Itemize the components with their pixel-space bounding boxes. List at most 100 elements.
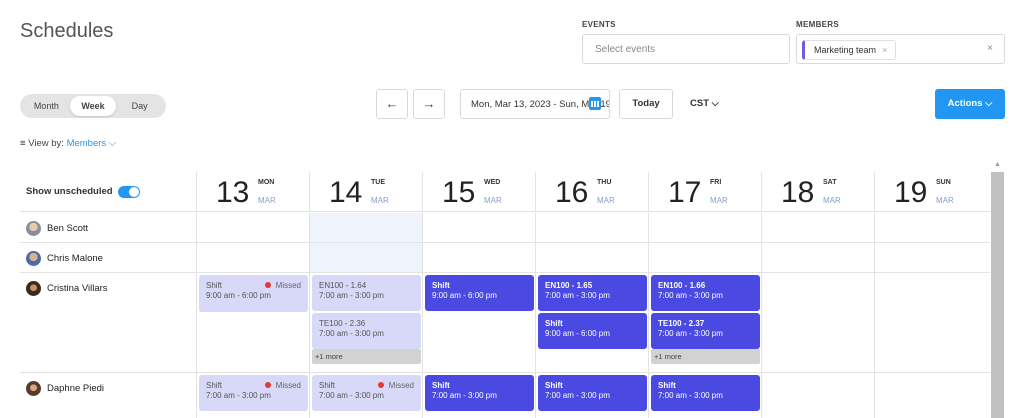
more-shifts-link[interactable]: +1 more — [312, 349, 421, 364]
date-range-picker[interactable]: Mon, Mar 13, 2023 - Sun, Mar 19, 2023 — [460, 89, 610, 119]
scroll-up-arrow[interactable]: ▲ — [991, 158, 1004, 172]
shift-card[interactable]: EN100 - 1.66 7:00 am - 3:00 pm — [651, 275, 760, 311]
day-of-week: THU — [597, 179, 612, 186]
events-select[interactable]: Select events — [582, 34, 790, 64]
member-name: Chris Malone — [47, 253, 103, 264]
day-header-sun: 19 SUN MAR — [874, 172, 987, 212]
actions-button[interactable]: Actions ⌵ — [935, 89, 1005, 119]
avatar — [26, 221, 41, 236]
shift-time: 9:00 am - 6:00 pm — [432, 291, 497, 300]
shift-card[interactable]: Shift 9:00 am - 6:00 pm Missed — [199, 275, 308, 312]
page-title: Schedules — [20, 20, 114, 42]
member-cell[interactable]: Ben Scott — [26, 221, 88, 236]
shift-card[interactable]: TE100 - 2.36 7:00 am - 3:00 pm — [312, 313, 421, 349]
shift-title: Shift — [545, 319, 563, 328]
day-number: 16 — [555, 176, 589, 209]
shift-card[interactable]: Shift 7:00 am - 3:00 pm Missed — [312, 375, 421, 411]
shift-time: 7:00 am - 3:00 pm — [545, 291, 610, 300]
row-gridline — [309, 243, 310, 272]
row-gridline — [309, 273, 310, 372]
view-month-button[interactable]: Month — [23, 96, 70, 116]
members-chip-label: Marketing team — [814, 45, 877, 55]
shift-title: EN100 - 1.66 — [658, 281, 706, 290]
shift-title: Shift — [658, 381, 676, 390]
row-gridline — [874, 373, 875, 418]
row-gridline — [761, 273, 762, 372]
day-month: MAR — [936, 196, 954, 205]
member-row: Cristina Villars Shift 9:00 am - 6:00 pm… — [20, 273, 990, 373]
shift-title: TE100 - 2.36 — [319, 319, 366, 328]
shift-card[interactable]: Shift 9:00 am - 6:00 pm — [538, 313, 647, 349]
member-cell[interactable]: Chris Malone — [26, 251, 103, 266]
shift-card[interactable]: Shift 9:00 am - 6:00 pm — [425, 275, 534, 311]
day-header-wed: 15 WED MAR — [422, 172, 535, 212]
member-name: Cristina Villars — [47, 283, 108, 294]
row-gridline — [196, 273, 197, 372]
members-label: MEMBERS — [796, 20, 839, 29]
events-label: EVENTS — [582, 20, 616, 29]
members-select[interactable]: Marketing team × × — [796, 34, 1005, 64]
view-by-value: Members ⌵ — [66, 138, 116, 149]
day-number: 17 — [668, 176, 702, 209]
member-row: Chris Malone — [20, 243, 990, 273]
member-cell[interactable]: Cristina Villars — [26, 281, 108, 296]
day-month: MAR — [823, 196, 841, 205]
shift-time: 7:00 am - 3:00 pm — [319, 291, 384, 300]
shift-card[interactable]: Shift 7:00 am - 3:00 pm — [425, 375, 534, 411]
view-week-button[interactable]: Week — [69, 96, 117, 116]
shift-time: 7:00 am - 3:00 pm — [658, 391, 723, 400]
row-gridline — [761, 213, 762, 242]
day-header-sat: 18 SAT MAR — [761, 172, 874, 212]
row-gridline — [648, 373, 649, 418]
shift-card[interactable]: Shift 7:00 am - 3:00 pm Missed — [199, 375, 308, 411]
chip-remove-icon[interactable]: × — [882, 45, 887, 55]
row-gridline — [422, 243, 423, 272]
shift-time: 7:00 am - 3:00 pm — [319, 391, 384, 400]
prev-week-button[interactable]: ← — [376, 89, 408, 119]
row-gridline — [535, 273, 536, 372]
shift-card[interactable]: Shift 7:00 am - 3:00 pm — [651, 375, 760, 411]
more-shifts-link[interactable]: +1 more — [651, 349, 760, 364]
row-gridline — [422, 213, 423, 242]
day-header-tue: 14 TUE MAR — [309, 172, 422, 212]
shift-title: Shift — [545, 381, 563, 390]
row-gridline — [309, 213, 310, 242]
missed-badge: Missed — [265, 381, 301, 391]
show-unscheduled-label: Show unscheduled — [26, 186, 113, 197]
row-gridline — [874, 273, 875, 372]
row-gridline — [196, 213, 197, 242]
row-gridline — [761, 373, 762, 418]
day-number: 14 — [329, 176, 363, 209]
day-header-fri: 17 FRI MAR — [648, 172, 761, 212]
day-month: MAR — [371, 196, 389, 205]
shift-card[interactable]: EN100 - 1.64 7:00 am - 3:00 pm — [312, 275, 421, 311]
view-day-button[interactable]: Day — [116, 96, 163, 116]
missed-badge: Missed — [265, 281, 301, 291]
view-by-dropdown[interactable]: ≡ View by: Members ⌵ — [20, 138, 116, 149]
timezone-dropdown[interactable]: CST ⌵ — [690, 98, 719, 109]
next-week-button[interactable]: → — [413, 89, 445, 119]
row-gridline — [874, 243, 875, 272]
day-month: MAR — [484, 196, 502, 205]
shift-card[interactable]: EN100 - 1.65 7:00 am - 3:00 pm — [538, 275, 647, 311]
scrollbar-thumb[interactable] — [991, 172, 1004, 418]
events-placeholder: Select events — [595, 44, 656, 55]
shift-time: 7:00 am - 3:00 pm — [319, 329, 384, 338]
clear-members-icon[interactable]: × — [987, 43, 993, 54]
day-header-thu: 16 THU MAR — [535, 172, 648, 212]
show-unscheduled-toggle[interactable] — [118, 186, 140, 198]
shift-card[interactable]: Shift 7:00 am - 3:00 pm — [538, 375, 647, 411]
day-of-week: SAT — [823, 179, 837, 186]
row-gridline — [422, 273, 423, 372]
shift-time: 9:00 am - 6:00 pm — [545, 329, 610, 338]
day-number: 19 — [894, 176, 928, 209]
member-name: Ben Scott — [47, 223, 89, 234]
view-by-icon: ≡ — [20, 138, 26, 149]
day-of-week: SUN — [936, 179, 951, 186]
vertical-scrollbar[interactable] — [991, 172, 1004, 418]
row-gridline — [535, 243, 536, 272]
member-cell[interactable]: Daphne Piedi — [26, 381, 104, 396]
today-button[interactable]: Today — [619, 89, 673, 119]
shift-card[interactable]: TE100 - 2.37 7:00 am - 3:00 pm — [651, 313, 760, 349]
calendar-icon — [589, 97, 601, 110]
